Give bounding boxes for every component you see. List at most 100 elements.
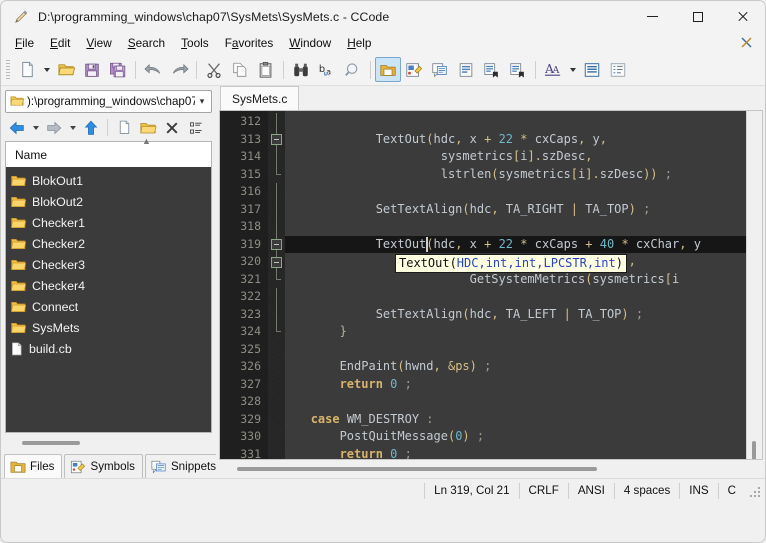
list-item[interactable]: Connect bbox=[6, 296, 211, 317]
close-document-icon[interactable] bbox=[739, 35, 754, 50]
path-combobox[interactable]: ):\programming_windows\chap07 ▾ bbox=[5, 89, 212, 113]
menu-edit[interactable]: Edit bbox=[42, 34, 78, 52]
editor-vscrollbar[interactable] bbox=[746, 111, 762, 459]
file-list[interactable]: BlokOut1 BlokOut2 Checker1 Checker2 Chec… bbox=[5, 167, 212, 433]
up-arrow-icon[interactable] bbox=[79, 116, 103, 140]
code-line[interactable]: SetTextAlign(hdc, TA_RIGHT | TA_TOP) ; bbox=[285, 201, 762, 219]
code-line[interactable] bbox=[285, 218, 762, 236]
outline-list-icon[interactable] bbox=[605, 57, 631, 82]
panel-folder-icon[interactable] bbox=[375, 57, 401, 82]
list-item[interactable]: Checker2 bbox=[6, 233, 211, 254]
editor-hscroll-thumb[interactable] bbox=[237, 467, 597, 471]
code-line[interactable] bbox=[285, 183, 762, 201]
menu-help[interactable]: Help bbox=[339, 34, 379, 52]
forward-arrow-icon[interactable] bbox=[42, 116, 66, 140]
chevron-down-icon[interactable]: ▾ bbox=[195, 96, 209, 107]
code-line[interactable]: TextOut(hdc, x + 22 * cxCaps + 40 * cxCh… bbox=[285, 235, 762, 253]
explorer-hscrollbar[interactable] bbox=[5, 435, 212, 452]
back-arrow-icon[interactable] bbox=[5, 116, 29, 140]
word-wrap-icon[interactable] bbox=[579, 57, 605, 82]
fold-toggle-icon[interactable] bbox=[271, 239, 282, 250]
code-editor[interactable]: 312 313 314 315 316 317 318 319 320 321 … bbox=[219, 110, 763, 460]
fold-row-collapsible[interactable] bbox=[268, 235, 285, 253]
code-line[interactable]: return 0 ; bbox=[285, 446, 762, 460]
redo-arrow-icon[interactable] bbox=[166, 57, 192, 82]
status-language[interactable]: C bbox=[717, 483, 745, 499]
menu-file[interactable]: File bbox=[7, 34, 42, 52]
tab-symbols[interactable]: Symbols bbox=[64, 454, 143, 478]
new-document-dropdown-icon[interactable] bbox=[40, 57, 53, 82]
list-item[interactable]: BlokOut2 bbox=[6, 191, 211, 212]
floppy-save-icon[interactable] bbox=[79, 57, 105, 82]
fold-toggle-icon[interactable] bbox=[271, 134, 282, 145]
resize-grip[interactable] bbox=[749, 484, 763, 498]
code-line[interactable]: lstrlen(sysmetrics[i].szDesc)) ; bbox=[285, 166, 762, 184]
editor-vscroll-thumb[interactable] bbox=[752, 441, 756, 459]
code-line[interactable] bbox=[285, 288, 762, 306]
fold-row-collapsible[interactable] bbox=[268, 253, 285, 271]
code-line[interactable] bbox=[285, 341, 762, 359]
tab-files[interactable]: Files bbox=[4, 454, 63, 478]
replace-ba-icon[interactable]: b a bbox=[314, 57, 340, 82]
binoculars-icon[interactable] bbox=[288, 57, 314, 82]
menu-window[interactable]: Window bbox=[281, 34, 339, 52]
code-line[interactable]: EndPaint(hwnd, &ps) ; bbox=[285, 358, 762, 376]
list-item[interactable]: SysMets bbox=[6, 317, 211, 338]
tab-sysmets-c[interactable]: SysMets.c bbox=[220, 86, 300, 110]
menu-tools[interactable]: Tools bbox=[173, 34, 217, 52]
forward-dropdown-icon[interactable] bbox=[66, 116, 79, 140]
compile-icon[interactable] bbox=[401, 57, 427, 82]
status-encoding[interactable]: ANSI bbox=[567, 483, 614, 499]
minimize-button[interactable] bbox=[630, 1, 675, 32]
explorer-hscroll-thumb[interactable] bbox=[22, 441, 80, 445]
list-view-icon[interactable] bbox=[184, 116, 208, 140]
fold-row-collapsible[interactable] bbox=[268, 130, 285, 148]
column-header-name[interactable]: Name bbox=[6, 148, 47, 162]
code-line[interactable]: SetTextAlign(hdc, TA_LEFT | TA_TOP) ; bbox=[285, 306, 762, 324]
code-text-area[interactable]: TextOut(hdc, x + 22 * cxCaps, y, sysmetr… bbox=[285, 111, 762, 459]
fold-toggle-icon[interactable] bbox=[271, 256, 282, 268]
menu-view[interactable]: View bbox=[78, 34, 119, 52]
list-item[interactable]: Checker3 bbox=[6, 254, 211, 275]
code-line[interactable]: case WM_DESTROY : bbox=[285, 411, 762, 429]
code-line[interactable]: GetSystemMetrics(sysmetrics[i bbox=[285, 271, 762, 289]
list-item[interactable]: Checker1 bbox=[6, 212, 211, 233]
tab-snippets[interactable]: Snippets bbox=[144, 454, 225, 478]
font-AA-icon[interactable]: A A bbox=[540, 57, 566, 82]
code-line[interactable] bbox=[285, 113, 762, 131]
copy-pages-icon[interactable] bbox=[227, 57, 253, 82]
status-line-ending[interactable]: CRLF bbox=[518, 483, 568, 499]
status-indentation[interactable]: 4 spaces bbox=[613, 483, 679, 499]
scissors-icon[interactable] bbox=[201, 57, 227, 82]
status-insert-mode[interactable]: INS bbox=[679, 483, 717, 499]
new-document-icon[interactable] bbox=[112, 116, 136, 140]
undo-arrow-icon[interactable] bbox=[140, 57, 166, 82]
new-document-icon[interactable] bbox=[14, 57, 40, 82]
open-folder-icon[interactable] bbox=[53, 57, 79, 82]
code-line[interactable]: PostQuitMessage(0) ; bbox=[285, 428, 762, 446]
fold-margin[interactable] bbox=[268, 111, 285, 459]
list-item[interactable]: Checker4 bbox=[6, 275, 211, 296]
comment-block-icon[interactable] bbox=[427, 57, 453, 82]
back-dropdown-icon[interactable] bbox=[29, 116, 42, 140]
code-line[interactable] bbox=[285, 393, 762, 411]
close-button[interactable] bbox=[720, 1, 765, 32]
clipboard-icon[interactable] bbox=[253, 57, 279, 82]
code-line[interactable]: TextOut(hdc, x + 22 * cxCaps, y, bbox=[285, 131, 762, 149]
maximize-button[interactable] bbox=[675, 1, 720, 32]
bookmark-next-icon[interactable] bbox=[479, 57, 505, 82]
magnifier-icon[interactable] bbox=[340, 57, 366, 82]
code-line[interactable]: return 0 ; bbox=[285, 376, 762, 394]
list-item[interactable]: BlokOut1 bbox=[6, 170, 211, 191]
menu-favorites[interactable]: Favorites bbox=[217, 34, 282, 52]
code-line[interactable]: sysmetrics[i].szDesc, bbox=[285, 148, 762, 166]
list-item[interactable]: build.cb bbox=[6, 338, 211, 359]
floppy-save-all-icon[interactable] bbox=[105, 57, 131, 82]
code-line[interactable]: } bbox=[285, 323, 762, 341]
delete-x-icon[interactable] bbox=[160, 116, 184, 140]
font-dropdown-icon[interactable] bbox=[566, 57, 579, 82]
format-doc-icon[interactable] bbox=[453, 57, 479, 82]
menu-search[interactable]: Search bbox=[120, 34, 173, 52]
bookmark-prev-icon[interactable] bbox=[505, 57, 531, 82]
toolbar-grip[interactable] bbox=[6, 59, 10, 80]
